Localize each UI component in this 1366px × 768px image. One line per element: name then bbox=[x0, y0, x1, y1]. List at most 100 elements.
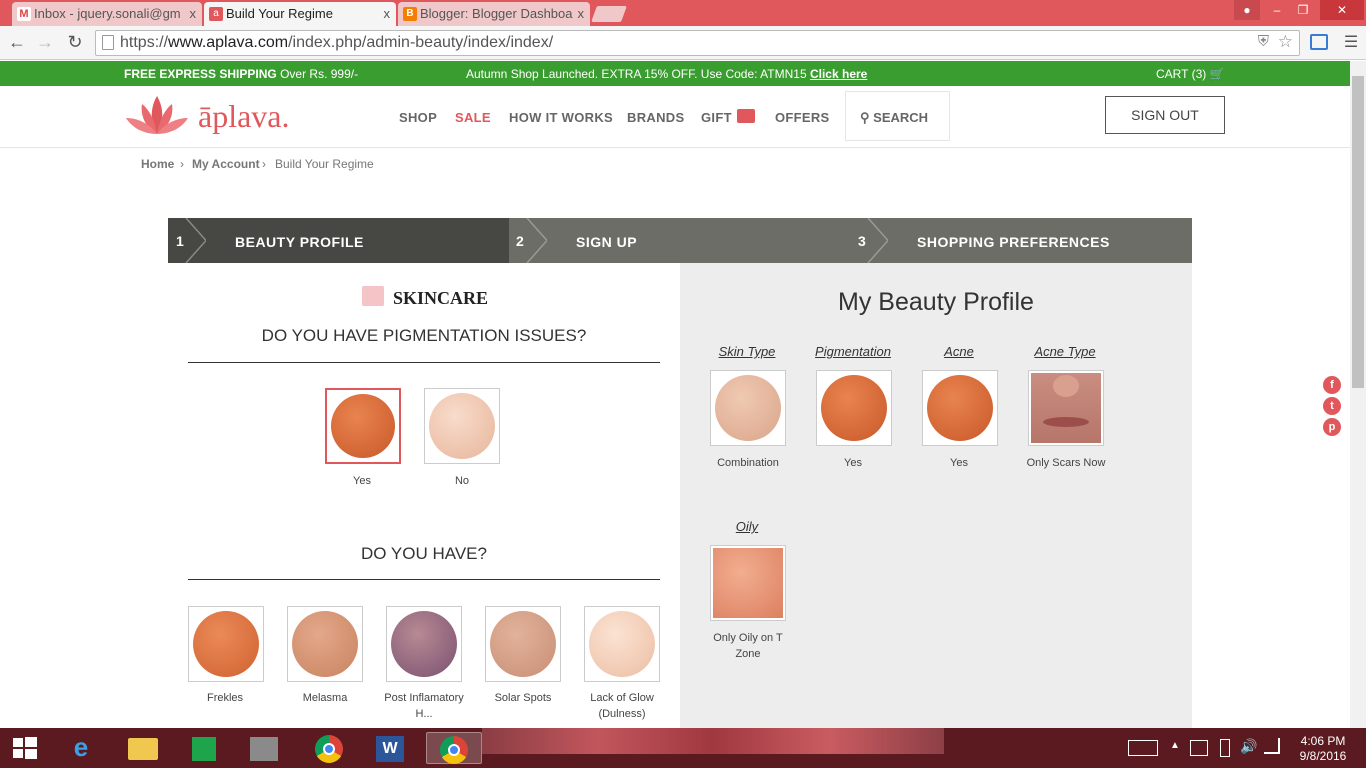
profile-skin-type bbox=[710, 370, 786, 446]
volume-icon[interactable]: 🔊 bbox=[1240, 738, 1257, 755]
option-lack-of-glow[interactable] bbox=[584, 606, 660, 682]
address-bar[interactable]: https://www.aplava.com/index.php/admin-b… bbox=[95, 30, 1300, 56]
scrollbar-thumb[interactable] bbox=[1352, 76, 1364, 388]
battery-icon[interactable] bbox=[1220, 739, 1230, 757]
extension-icon[interactable] bbox=[1310, 34, 1328, 50]
profile-label[interactable]: Acne Type bbox=[1015, 344, 1115, 359]
profile-value: Yes bbox=[844, 457, 862, 469]
clock-date: 9/8/2016 bbox=[1299, 749, 1347, 763]
nose-shape bbox=[1053, 375, 1079, 397]
close-tab-icon[interactable]: x bbox=[384, 6, 391, 21]
chrome-icon[interactable] bbox=[305, 732, 353, 764]
close-tab-icon[interactable]: x bbox=[190, 6, 197, 21]
step-label: BEAUTY PROFILE bbox=[235, 234, 364, 250]
nav-shop[interactable]: SHOP bbox=[399, 110, 437, 125]
profile-label[interactable]: Pigmentation bbox=[803, 344, 903, 359]
sign-out-button[interactable]: SIGN OUT bbox=[1105, 96, 1225, 134]
shipping-rest: Over Rs. 999/- bbox=[280, 67, 359, 81]
profile-value: Yes bbox=[950, 457, 968, 469]
keyboard-icon[interactable] bbox=[1128, 740, 1158, 756]
step-sign-up[interactable]: 2 SIGN UP bbox=[509, 218, 850, 263]
network-icon[interactable] bbox=[1264, 738, 1280, 754]
url-host: www.aplava.com bbox=[168, 34, 289, 51]
breadcrumb-home[interactable]: Home bbox=[141, 157, 174, 171]
word-icon[interactable]: W bbox=[366, 732, 414, 764]
pinterest-icon[interactable]: p bbox=[1323, 418, 1341, 436]
back-icon[interactable]: ← bbox=[6, 32, 28, 53]
step-beauty-profile[interactable]: 1 BEAUTY PROFILE bbox=[168, 218, 509, 263]
tab-blogger[interactable]: B Blogger: Blogger Dashboa x bbox=[398, 2, 590, 26]
option-caption: Lack of Glow (Dulness) bbox=[590, 692, 654, 720]
system-clock[interactable]: 4:06 PM 9/8/2016 bbox=[1292, 734, 1354, 764]
store-icon[interactable] bbox=[180, 732, 228, 764]
search-button[interactable]: ⚲ SEARCH bbox=[845, 91, 950, 141]
question-pigmentation: DO YOU HAVE PIGMENTATION ISSUES? bbox=[261, 326, 587, 345]
restore-icon[interactable]: ❐ bbox=[1290, 0, 1316, 20]
facebook-icon[interactable]: f bbox=[1323, 376, 1341, 394]
url-scheme: https:// bbox=[120, 34, 169, 51]
app-icon[interactable] bbox=[240, 732, 288, 764]
promo-link[interactable]: Click here bbox=[810, 67, 867, 81]
skin-swatch bbox=[589, 611, 655, 677]
tab-build-your-regime[interactable]: a Build Your Regime x bbox=[204, 2, 396, 26]
option-caption: No bbox=[454, 475, 470, 487]
divider bbox=[188, 362, 660, 363]
profile-acne-type bbox=[1028, 370, 1104, 446]
close-window-icon[interactable]: ✕ bbox=[1320, 0, 1364, 20]
tab-title: Blogger: Blogger Dashboa bbox=[420, 6, 573, 21]
skin-swatch bbox=[292, 611, 358, 677]
profile-value: Combination bbox=[717, 457, 779, 469]
menu-icon[interactable]: ☰ bbox=[1340, 32, 1362, 52]
skin-swatch bbox=[193, 611, 259, 677]
option-freckles[interactable] bbox=[188, 606, 264, 682]
tab-gmail[interactable]: M Inbox - jquery.sonali@gm x bbox=[12, 2, 202, 26]
file-explorer-icon[interactable] bbox=[120, 732, 168, 764]
forward-icon[interactable]: → bbox=[34, 32, 56, 53]
chevron-up-icon[interactable]: ▲ bbox=[1170, 740, 1180, 751]
skin-swatch bbox=[715, 375, 781, 441]
section-title: SKINCARE bbox=[393, 288, 489, 308]
shield-icon[interactable]: ⛨ bbox=[1258, 33, 1269, 50]
option-no[interactable] bbox=[424, 388, 500, 464]
option-melasma[interactable] bbox=[287, 606, 363, 682]
twitter-icon[interactable]: t bbox=[1323, 397, 1341, 415]
profile-label[interactable]: Oily bbox=[697, 519, 797, 534]
close-tab-icon[interactable]: x bbox=[578, 6, 585, 21]
promo-message: Autumn Shop Launched. EXTRA 15% OFF. Use… bbox=[466, 67, 807, 81]
nav-sale[interactable]: SALE bbox=[455, 110, 491, 125]
profile-value: Only Oily on T Zone bbox=[713, 632, 783, 660]
divider bbox=[188, 579, 660, 580]
tab-title: Inbox - jquery.sonali@gm bbox=[34, 6, 181, 21]
nav-brands[interactable]: BRANDS bbox=[627, 110, 684, 125]
cart-link[interactable]: CART (3) 🛒 bbox=[1156, 67, 1225, 81]
nav-gift[interactable]: GIFT bbox=[701, 110, 732, 125]
windows-start-icon[interactable] bbox=[0, 732, 50, 764]
question-do-you-have: DO YOU HAVE? bbox=[361, 544, 487, 563]
chevron-right-icon bbox=[526, 218, 547, 263]
profile-icon[interactable]: ● bbox=[1234, 0, 1260, 20]
minimize-icon[interactable]: – bbox=[1264, 0, 1290, 20]
chrome-active-icon[interactable] bbox=[426, 732, 482, 764]
profile-label[interactable]: Acne bbox=[909, 344, 1009, 359]
option-post-inflammatory[interactable] bbox=[386, 606, 462, 682]
aplava-logo[interactable]: āplava. bbox=[124, 92, 304, 140]
action-center-icon[interactable] bbox=[1190, 740, 1208, 756]
star-icon[interactable]: ☆ bbox=[1278, 32, 1293, 52]
blogger-icon: B bbox=[403, 7, 417, 21]
breadcrumb-account[interactable]: My Account bbox=[192, 157, 260, 171]
site-header: āplava. SHOP SALE HOW IT WORKS BRANDS GI… bbox=[0, 86, 1350, 148]
option-solar-spots[interactable] bbox=[485, 606, 561, 682]
mouth-shape bbox=[1043, 417, 1089, 427]
step-shopping-preferences[interactable]: 3 SHOPPING PREFERENCES bbox=[850, 218, 1192, 263]
reload-icon[interactable]: ↻ bbox=[64, 32, 86, 53]
option-caption: Yes bbox=[353, 475, 371, 487]
promo-bar: FREE EXPRESS SHIPPING Over Rs. 999/- Aut… bbox=[0, 61, 1350, 86]
internet-explorer-icon[interactable]: e bbox=[57, 732, 105, 764]
clock-time: 4:06 PM bbox=[1300, 734, 1346, 748]
option-yes[interactable] bbox=[325, 388, 401, 464]
new-tab-button[interactable] bbox=[591, 6, 627, 22]
profile-label[interactable]: Skin Type bbox=[697, 344, 797, 359]
shipping-bold: FREE EXPRESS SHIPPING bbox=[124, 67, 277, 81]
nav-how-it-works[interactable]: HOW IT WORKS bbox=[509, 110, 613, 125]
nav-offers[interactable]: OFFERS bbox=[775, 110, 830, 125]
